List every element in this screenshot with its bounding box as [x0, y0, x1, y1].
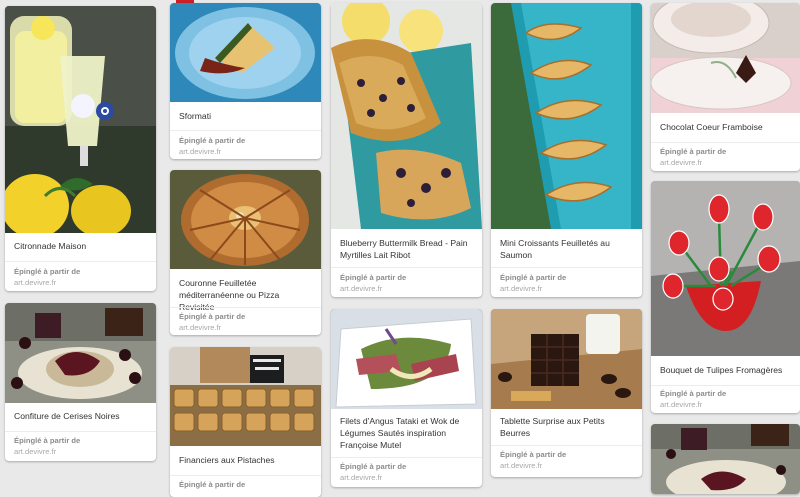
pinned-from-label: Épinglé à partir de: [179, 136, 246, 145]
source-link[interactable]: art.devivre.fr: [179, 147, 221, 157]
pin-card-tulipes[interactable]: Bouquet de Tulipes Fromagères Épinglé à …: [651, 181, 800, 413]
pin-image-chocolate-heart[interactable]: [651, 3, 800, 113]
divider: [170, 130, 321, 131]
pin-card-financiers[interactable]: Financiers aux Pistaches Épinglé à parti…: [170, 347, 321, 497]
pin-image-chocolate-bar[interactable]: [491, 309, 642, 409]
pin-title[interactable]: Filets d'Angus Tataki et Wok de Légumes …: [340, 415, 474, 451]
pin-card-confiture[interactable]: Confiture de Cerises Noires Épinglé à pa…: [5, 303, 156, 461]
source-link[interactable]: art.devivre.fr: [340, 284, 382, 294]
pin-image-tulip-bouquet[interactable]: [651, 181, 800, 356]
pin-card-sformati[interactable]: Sformati Épinglé à partir de art.devivre…: [170, 3, 321, 159]
source-link[interactable]: art.devivre.fr: [500, 461, 542, 471]
pinned-from-label: Épinglé à partir de: [500, 450, 567, 459]
pinned-from-label: Épinglé à partir de: [14, 267, 81, 276]
divider: [170, 475, 321, 476]
pin-image-mini-croissants[interactable]: [491, 3, 642, 229]
divider: [5, 431, 156, 432]
source-link[interactable]: art.devivre.fr: [340, 473, 382, 483]
divider: [651, 142, 800, 143]
source-link[interactable]: art.devivre.fr: [660, 158, 702, 168]
pin-card-couronne[interactable]: Couronne Feuilletée méditerranéenne ou P…: [170, 170, 321, 335]
pin-image-blueberry-bread[interactable]: [331, 3, 482, 229]
pin-title[interactable]: Financiers aux Pistaches: [179, 454, 313, 466]
pin-title[interactable]: Blueberry Buttermilk Bread - Pain Myrtil…: [340, 237, 474, 261]
pin-card-chocolat[interactable]: Chocolat Coeur Framboise Épinglé à parti…: [651, 3, 800, 171]
pinned-from-label: Épinglé à partir de: [500, 273, 567, 282]
pin-image-financiers[interactable]: [170, 347, 321, 446]
divider: [491, 445, 642, 446]
pin-image-cherry-jam-2[interactable]: [651, 424, 800, 494]
pinned-from-label: Épinglé à partir de: [340, 273, 407, 282]
pin-title[interactable]: Chocolat Coeur Framboise: [660, 121, 792, 133]
divider: [331, 457, 482, 458]
divider: [491, 267, 642, 268]
divider: [651, 385, 800, 386]
source-link[interactable]: art.devivre.fr: [14, 447, 56, 457]
pin-card-citronnade[interactable]: Citronnade Maison Épinglé à partir de ar…: [5, 6, 156, 291]
pinned-from-label: Épinglé à partir de: [14, 436, 81, 445]
pin-title[interactable]: Citronnade Maison: [14, 240, 148, 252]
pin-card-blueberry[interactable]: Blueberry Buttermilk Bread - Pain Myrtil…: [331, 3, 482, 297]
pinned-from-label: Épinglé à partir de: [660, 389, 727, 398]
source-link[interactable]: art.devivre.fr: [179, 323, 221, 333]
source-link[interactable]: art.devivre.fr: [14, 278, 56, 288]
pinned-from-label: Épinglé à partir de: [340, 462, 407, 471]
pin-title[interactable]: Bouquet de Tulipes Fromagères: [660, 364, 792, 376]
pin-card-croissants[interactable]: Mini Croissants Feuilletés au Saumon Épi…: [491, 3, 642, 297]
pin-image-angus-tataki[interactable]: [331, 309, 482, 409]
pin-card-confiture-2[interactable]: [651, 424, 800, 494]
pin-card-filets[interactable]: Filets d'Angus Tataki et Wok de Légumes …: [331, 309, 482, 487]
source-link[interactable]: art.devivre.fr: [500, 284, 542, 294]
source-link[interactable]: art.devivre.fr: [660, 400, 702, 410]
pin-title[interactable]: Tablette Surprise aux Petits Beurres: [500, 415, 634, 439]
pin-image-sformati[interactable]: [170, 3, 321, 102]
pin-image-puff-crown[interactable]: [170, 170, 321, 269]
divider: [170, 307, 321, 308]
pin-title[interactable]: Confiture de Cerises Noires: [14, 410, 148, 422]
divider: [5, 261, 156, 262]
pin-title[interactable]: Mini Croissants Feuilletés au Saumon: [500, 237, 634, 261]
pinned-from-label: Épinglé à partir de: [179, 312, 246, 321]
pin-image-cherry-jam[interactable]: [5, 303, 156, 403]
divider: [331, 267, 482, 268]
pinned-from-label: Épinglé à partir de: [660, 147, 727, 156]
pin-title[interactable]: Sformati: [179, 110, 313, 122]
pin-image-lemonade[interactable]: [5, 6, 156, 233]
pin-card-tablette[interactable]: Tablette Surprise aux Petits Beurres Épi…: [491, 309, 642, 477]
